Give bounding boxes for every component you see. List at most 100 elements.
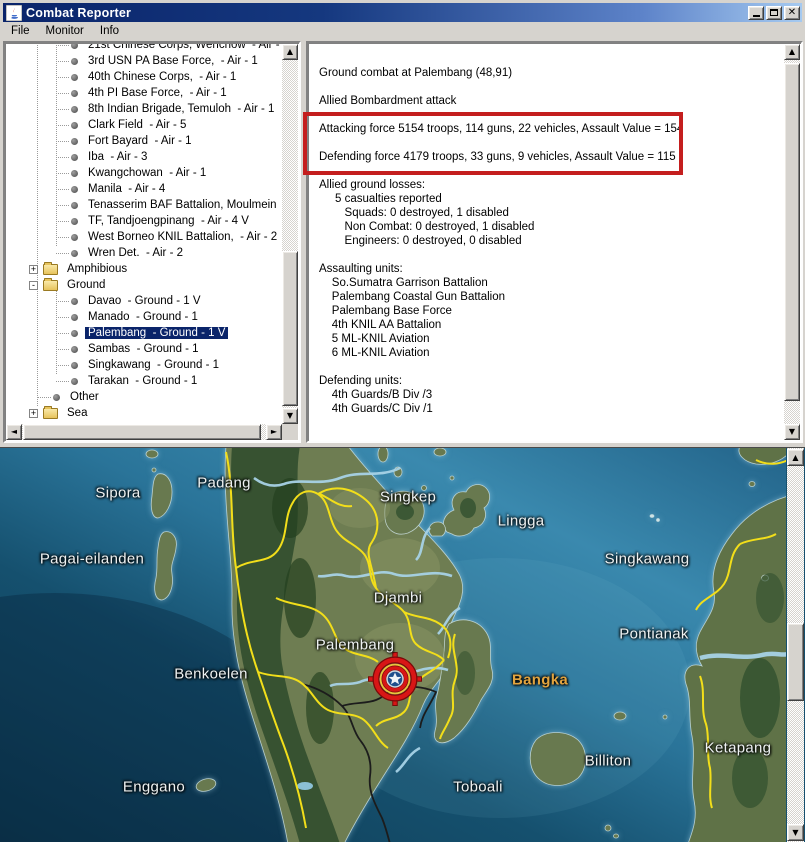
tree-node-icon (71, 73, 78, 81)
report-line: 4th KNIL AA Battalion (319, 319, 442, 331)
report-line: 4th Guards/C Div /1 (319, 403, 433, 415)
tree-node[interactable]: 3rd USN PA Base Force, - Air - 1 (6, 53, 282, 69)
menu-bar: File Monitor Info (3, 22, 802, 39)
report-scrollbar-thumb[interactable] (784, 63, 800, 401)
tree-node-icon (43, 261, 58, 275)
close-button[interactable]: ✕ (784, 5, 800, 20)
report-line: Allied ground losses: (319, 179, 426, 191)
arrow-right-icon: ► (270, 427, 278, 436)
tree-node[interactable]: Tenasserim BAF Battalion, Moulmein - Air… (6, 197, 282, 213)
report-line: Non Combat: 0 destroyed, 1 disabled (319, 221, 535, 233)
tree-node[interactable]: 40th Chinese Corps, - Air - 1 (6, 69, 282, 85)
arrow-down-icon: ▼ (792, 827, 799, 837)
tree-scrollbar-thumb[interactable] (282, 251, 298, 406)
tree-horizontal-scrollbar[interactable]: ◄ ► (6, 424, 282, 440)
tree-node-label: Singkawang - Ground - 1 (88, 359, 220, 371)
tree-node[interactable]: 8th Indian Brigade, Temuloh - Air - 1 (6, 101, 282, 117)
scroll-down-button[interactable]: ▼ (787, 824, 804, 841)
tree-node-label: 8th Indian Brigade, Temuloh - Air - 1 (88, 103, 275, 115)
tree-node[interactable]: Kwangchowan - Air - 1 (6, 165, 282, 181)
tree-node-label: Palembang - Ground - 1 V (85, 327, 229, 339)
tree-node-label: Wren Det. - Air - 2 (88, 247, 184, 259)
tree-node-label: Kwangchowan - Air - 1 (88, 167, 207, 179)
tree-expander[interactable]: + (29, 264, 38, 274)
tree-node-icon (71, 361, 78, 369)
maximize-icon (770, 9, 778, 16)
tree-node[interactable]: Singkawang - Ground - 1 (6, 357, 282, 373)
menu-info[interactable]: Info (92, 24, 127, 38)
unit-tree[interactable]: 21st Chinese Corps, Wenchow - Air - 1 3r… (6, 44, 282, 424)
scroll-down-button[interactable]: ▼ (784, 424, 800, 440)
tree-connector (56, 316, 69, 318)
tree-node-icon (71, 185, 78, 193)
tree-node[interactable]: TF, Tandjoengpinang - Air - 4 V (6, 213, 282, 229)
menu-file[interactable]: File (3, 24, 38, 38)
tree-node-icon (71, 233, 78, 241)
scroll-right-button[interactable]: ► (266, 424, 282, 440)
tree-node-label: Tenasserim BAF Battalion, Moulmein - Air… (88, 199, 277, 211)
tree-node-icon (43, 405, 58, 419)
tree-node[interactable]: Tarakan - Ground - 1 (6, 373, 282, 389)
tree-node[interactable]: Manado - Ground - 1 (6, 309, 282, 325)
annotation-highlight-box (303, 112, 683, 175)
menu-monitor[interactable]: Monitor (38, 24, 92, 38)
tree-node[interactable]: Iba - Air - 3 (6, 149, 282, 165)
tree-node[interactable]: Manila - Air - 4 (6, 181, 282, 197)
tree-connector (56, 204, 69, 206)
tree-node-label: 40th Chinese Corps, - Air - 1 (88, 71, 237, 83)
tree-node[interactable]: Other (6, 389, 282, 405)
tree-node-icon (71, 105, 78, 113)
minimize-button[interactable] (748, 5, 764, 20)
tree-vertical-scrollbar[interactable]: ▲ ▼ (282, 44, 298, 424)
report-line: Engineers: 0 destroyed, 0 disabled (319, 235, 522, 247)
tree-node[interactable]: + Amphibious (6, 261, 282, 277)
tree-node[interactable]: - Ground (6, 277, 282, 293)
tree-node[interactable]: Fort Bayard - Air - 1 (6, 133, 282, 149)
tree-node[interactable]: Sambas - Ground - 1 (6, 341, 282, 357)
tree-node[interactable]: West Borneo KNIL Battalion, - Air - 2 (6, 229, 282, 245)
tree-node-icon (71, 249, 78, 257)
tree-connector (56, 236, 69, 238)
combat-report-panel: Ground combat at Palembang (48,91) Allie… (303, 41, 803, 443)
tree-node-label: TF, Tandjoengpinang - Air - 4 V (88, 215, 249, 227)
tree-node-icon (71, 89, 78, 97)
tree-expander[interactable]: - (29, 280, 38, 290)
close-icon: ✕ (787, 6, 797, 18)
tree-connector (56, 364, 69, 366)
tree-node-icon (71, 217, 78, 225)
tree-connector (56, 92, 69, 94)
tree-node[interactable]: 4th PI Base Force, - Air - 1 (6, 85, 282, 101)
report-line (319, 80, 783, 94)
tree-node-label: 3rd USN PA Base Force, - Air - 1 (88, 55, 258, 67)
tree-hscrollbar-thumb[interactable] (23, 424, 261, 440)
satellite-map[interactable] (0, 448, 786, 842)
tree-connector (56, 60, 69, 62)
tree-node[interactable]: Wren Det. - Air - 2 (6, 245, 282, 261)
minimize-icon (752, 15, 760, 17)
tree-node-label: Sea (67, 407, 88, 419)
tree-node-label: Iba - Air - 3 (88, 151, 148, 163)
tree-expander[interactable]: + (29, 408, 38, 418)
title-bar[interactable]: Combat Reporter ✕ (3, 3, 802, 22)
tree-node-label: Manado - Ground - 1 (88, 311, 198, 323)
scroll-up-button[interactable]: ▲ (787, 449, 804, 466)
tree-node[interactable]: Davao - Ground - 1 V (6, 293, 282, 309)
scroll-up-button[interactable]: ▲ (784, 44, 800, 60)
tree-node[interactable]: + Sea (6, 405, 282, 421)
arrow-up-icon: ▲ (286, 47, 294, 56)
tree-node[interactable]: Palembang - Ground - 1 V (6, 325, 282, 341)
tree-node[interactable]: Clark Field - Air - 5 (6, 117, 282, 133)
map-view[interactable]: Sipora Padang Pagai-eilanden Singkep Lingga S… (0, 447, 805, 842)
tree-node[interactable]: 21st Chinese Corps, Wenchow - Air - 1 (6, 44, 282, 53)
map-scrollbar-thumb[interactable] (787, 623, 804, 701)
report-vertical-scrollbar[interactable]: ▲ ▼ (784, 44, 800, 440)
scroll-left-button[interactable]: ◄ (6, 424, 22, 440)
report-line: So.Sumatra Garrison Battalion (319, 277, 488, 289)
report-text: Ground combat at Palembang (48,91) Allie… (309, 44, 783, 440)
map-vertical-scrollbar[interactable]: ▲ ▼ (787, 448, 804, 842)
maximize-button[interactable] (766, 5, 782, 20)
tree-connector (56, 44, 69, 46)
java-app-icon (6, 4, 22, 21)
scroll-down-button[interactable]: ▼ (282, 408, 298, 424)
scroll-up-button[interactable]: ▲ (282, 44, 298, 60)
